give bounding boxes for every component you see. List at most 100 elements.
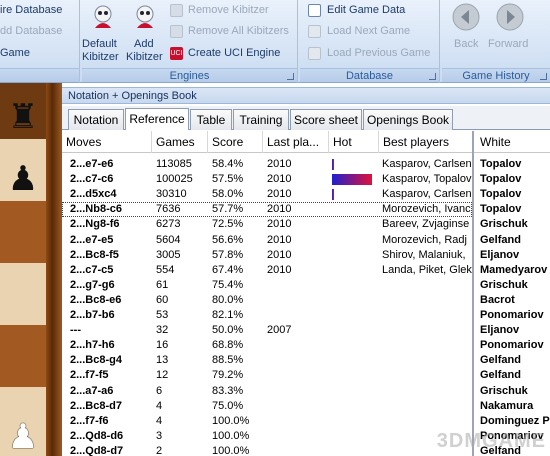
cell-move: 2...d5xc4 (70, 188, 117, 201)
cell-last-played: 2007 (267, 324, 292, 337)
cell-games: 6 (156, 384, 163, 397)
table-row[interactable]: 2...Bc8-g4 13 88.5% (62, 353, 472, 368)
opening-tree-table: Moves Games Score Last pla... Hot Best p… (62, 131, 472, 456)
remove-kibitzer-button[interactable]: Remove Kibitzer (188, 4, 269, 16)
table-row[interactable]: 2...b7-b6 53 82.1% (62, 308, 472, 323)
edit-game-data-icon (308, 4, 321, 17)
column-header-hot[interactable]: Hot (329, 131, 379, 153)
cell-last-played (267, 308, 327, 323)
notation-panel: Notation + Openings Book Notation Refere… (62, 83, 550, 456)
tab-openings-book[interactable]: Openings Book (363, 109, 453, 130)
column-header-best-players[interactable]: Best players (379, 131, 472, 153)
cell-score: 100.0% (212, 444, 250, 456)
cell-score: 57.5% (212, 173, 244, 186)
player-name: Nakamura (480, 399, 534, 412)
hot-bar (332, 189, 334, 201)
board-square[interactable] (0, 201, 46, 263)
tab-table[interactable]: Table (190, 109, 232, 130)
cell-games: 32 (156, 324, 169, 337)
player-name: Bacrot (480, 293, 515, 306)
cell-score: 80.0% (212, 293, 244, 306)
edit-game-data-button[interactable]: Edit Game Data (327, 4, 405, 16)
table-row[interactable]: 2...h7-h6 16 68.8% (62, 338, 472, 353)
table-row[interactable]: 2...g7-g6 61 75.4% (62, 278, 472, 293)
cell-last-played (267, 368, 327, 383)
table-row[interactable]: 2...Bc8-d7 4 75.0% (62, 399, 472, 414)
column-header-white[interactable]: White (474, 131, 550, 153)
add-kibitzer-label-1: Add (134, 38, 154, 50)
cell-best-players (382, 293, 472, 308)
column-header-last-played[interactable]: Last pla... (263, 131, 329, 153)
column-header-games[interactable]: Games (152, 131, 208, 153)
black-pawn-icon[interactable]: ♟ (0, 159, 46, 199)
cell-games: 2 (156, 444, 163, 456)
table-row[interactable]: --- 32 50.0% 2007 (62, 323, 472, 338)
cell-score: 75.4% (212, 278, 244, 291)
table-row[interactable]: 2...Bc8-f5 3005 57.8% 2010 Shirov, Malaniuk, (62, 248, 472, 263)
chess-board[interactable]: ♜ ♟ ♟ (0, 83, 62, 456)
uci-icon: UCI (170, 47, 183, 60)
forward-button[interactable]: Forward (488, 3, 544, 55)
ribbon-item-1[interactable]: ire Database (0, 4, 62, 16)
table-row[interactable]: 2...Qd8-d6 3 100.0% (62, 429, 472, 444)
table-header: Moves Games Score Last pla... Hot Best p… (62, 131, 472, 153)
default-kibitzer-button[interactable]: Default Kibitzer (82, 2, 124, 64)
player-name: Dominguez Pe (480, 414, 550, 427)
panel-title: Notation + Openings Book (62, 87, 550, 104)
table-row[interactable]: 2...c7-c6 100025 57.5% 2010 Kasparov, Topalo… (62, 172, 472, 187)
database-dialog-launcher[interactable] (429, 73, 436, 80)
ribbon-group-game-history: Back Forward Game History (442, 0, 550, 83)
ribbon-group-database: Edit Game Data Load Next Game Load Previ… (300, 0, 440, 83)
column-header-moves[interactable]: Moves (62, 131, 152, 153)
column-header-score[interactable]: Score (208, 131, 263, 153)
add-kibitzer-button[interactable]: Add Kibitzer (126, 2, 164, 64)
white-pawn-icon[interactable]: ♟ (0, 417, 46, 456)
tab-training[interactable]: Training (233, 109, 289, 130)
cell-move: 2...h7-h6 (70, 339, 115, 352)
table-row[interactable]: 2...f7-f6 4 100.0% (62, 414, 472, 429)
table-row[interactable]: 2...Nb8-c6 7636 57.7% 2010 Morozevich, Ivanc (62, 202, 472, 218)
cell-move: 2...f7-f5 (70, 369, 109, 382)
cell-games: 30310 (156, 188, 187, 201)
table-row[interactable]: 2...c7-c5 554 67.4% 2010 Landa, Piket, Glek (62, 263, 472, 278)
table-row[interactable]: 2...a7-a6 6 83.3% (62, 384, 472, 399)
cell-move: 2...f7-f6 (70, 414, 109, 427)
cell-games: 100025 (156, 173, 193, 186)
table-row[interactable]: 2...Bc8-e6 60 80.0% (62, 293, 472, 308)
cell-score: 57.7% (212, 203, 244, 216)
board-square[interactable] (0, 263, 46, 325)
cell-last-played (267, 444, 327, 456)
table-row[interactable]: 2...f7-f5 12 79.2% (62, 368, 472, 383)
cell-score: 75.0% (212, 399, 244, 412)
player-name: Eljanov (480, 248, 520, 261)
back-button[interactable]: Back (448, 3, 484, 55)
board-square[interactable] (0, 325, 46, 387)
tab-reference[interactable]: Reference (125, 108, 189, 130)
black-rook-icon[interactable]: ♜ (0, 97, 46, 137)
cell-move: 2...e7-e5 (70, 233, 114, 246)
load-previous-game-button[interactable]: Load Previous Game (327, 47, 430, 59)
remove-kibitzer-icon (170, 4, 183, 17)
player-name: Grischuk (480, 278, 528, 291)
cell-games: 53 (156, 309, 169, 321)
cell-last-played (267, 353, 327, 368)
ribbon-item-3[interactable]: Game (0, 47, 30, 59)
cell-games: 3005 (156, 248, 181, 261)
player-name: Gelfand (480, 369, 521, 382)
load-next-game-button[interactable]: Load Next Game (327, 25, 410, 37)
cell-last-played: 2010 (267, 158, 292, 170)
table-row[interactable]: 2...Qd8-d7 2 100.0% (62, 444, 472, 456)
cell-last-played: 2010 (267, 263, 292, 276)
engines-dialog-launcher[interactable] (287, 73, 294, 80)
table-row[interactable]: 2...e7-e5 5604 56.6% 2010 Morozevich, Radj (62, 233, 472, 248)
table-row[interactable]: 2...d5xc4 30310 58.0% 2010 Kasparov, Carlsen (62, 187, 472, 202)
ribbon-item-2[interactable]: dd Database (0, 25, 62, 37)
remove-all-kibitzers-button[interactable]: Remove All Kibitzers (188, 25, 289, 37)
create-uci-engine-button[interactable]: Create UCI Engine (188, 47, 280, 59)
table-row[interactable]: 2...e7-e6 113085 58.4% 2010 Kasparov, Carlse… (62, 157, 472, 172)
tab-score-sheet[interactable]: Score sheet (290, 109, 362, 130)
cell-move: 2...c7-c5 (70, 263, 114, 276)
tab-notation[interactable]: Notation (68, 109, 124, 130)
game-history-dialog-launcher[interactable] (540, 73, 547, 80)
table-row[interactable]: 2...Ng8-f6 6273 72.5% 2010 Bareev, Zvjaginse (62, 217, 472, 232)
